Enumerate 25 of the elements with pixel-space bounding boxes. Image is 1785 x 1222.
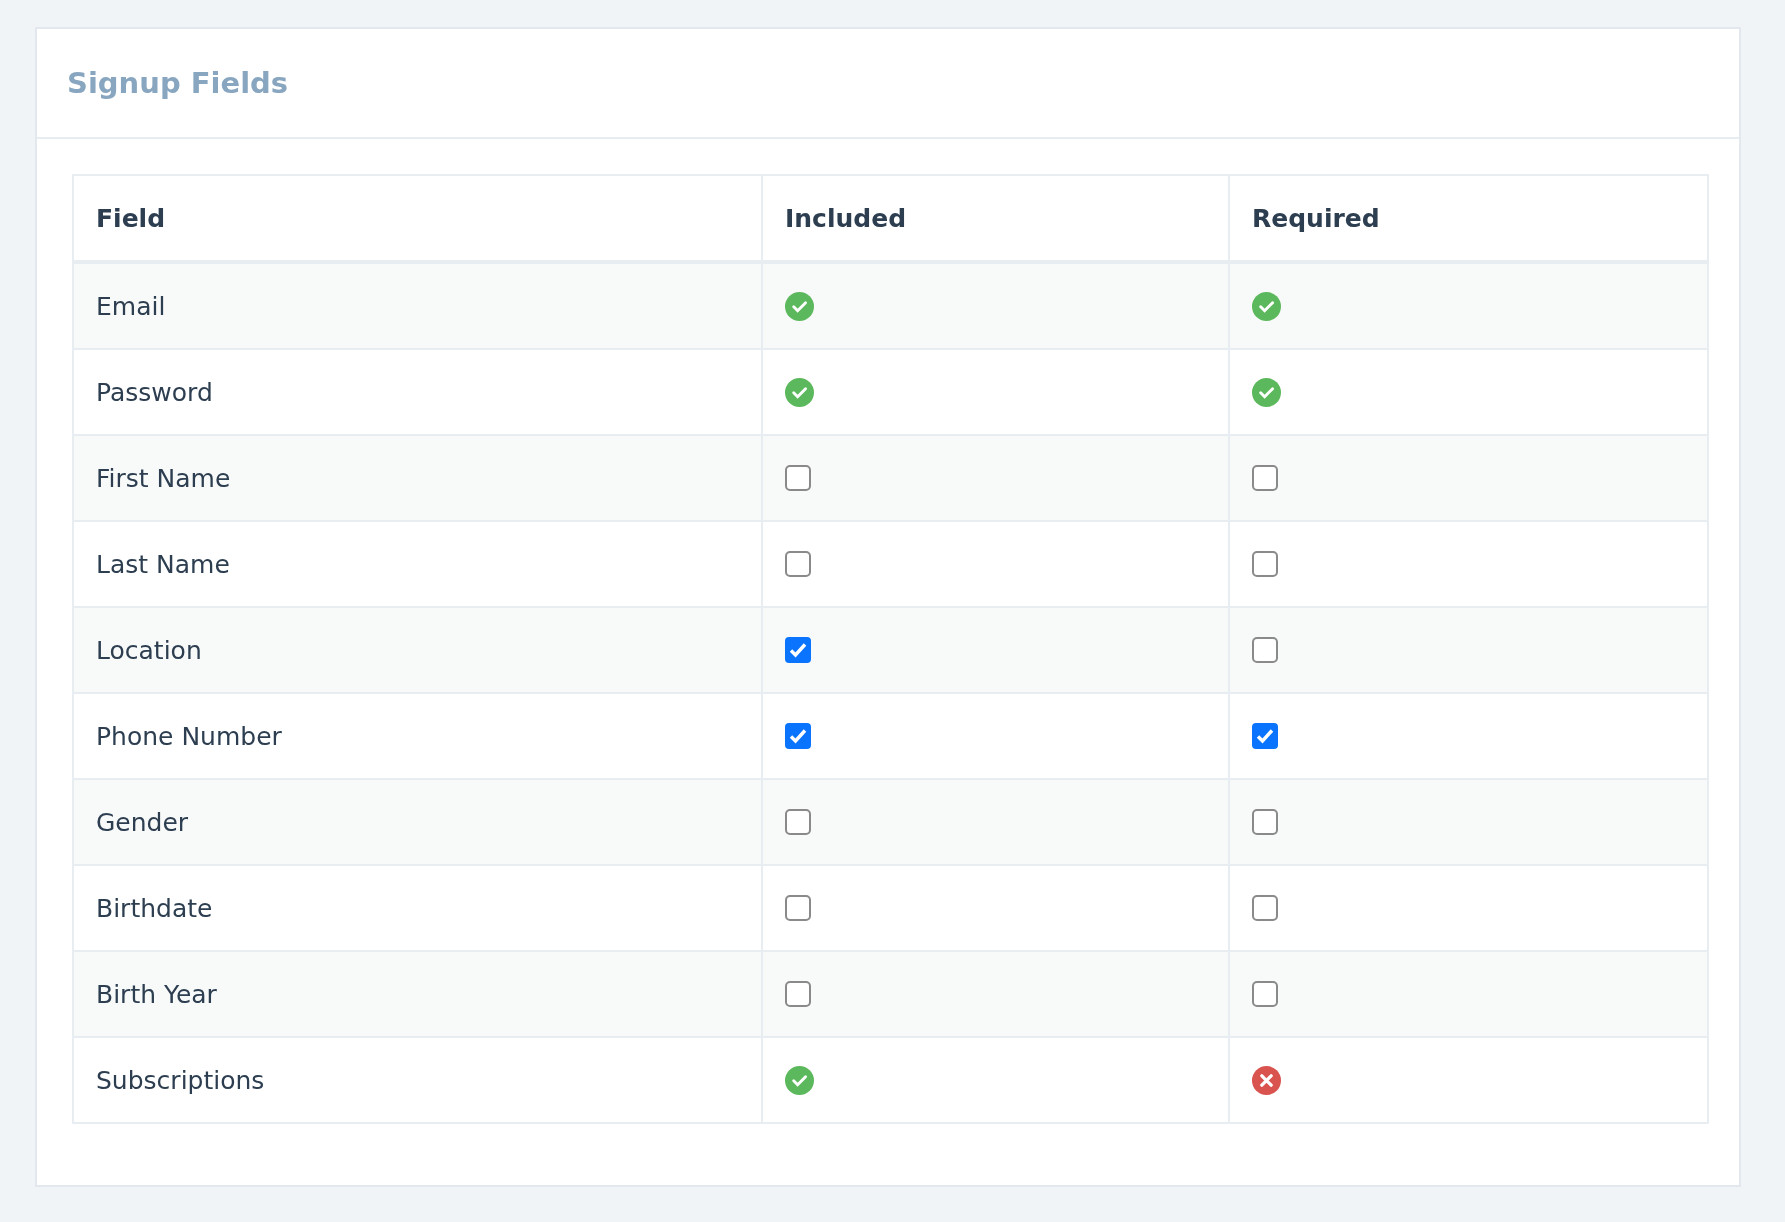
field-name: Birth Year (96, 979, 217, 1009)
field-name: Location (96, 635, 202, 665)
checkbox[interactable] (785, 637, 811, 663)
field-name: Password (96, 377, 213, 407)
field-name: Phone Number (96, 721, 282, 751)
checkbox[interactable] (1252, 895, 1278, 921)
checkbox[interactable] (1252, 465, 1278, 491)
checkbox[interactable] (1252, 637, 1278, 663)
checkbox[interactable] (1252, 551, 1278, 577)
checkbox[interactable] (785, 465, 811, 491)
checkbox[interactable] (1252, 981, 1278, 1007)
checkbox[interactable] (785, 723, 811, 749)
checkbox[interactable] (1252, 723, 1278, 749)
checkbox[interactable] (785, 809, 811, 835)
field-name: Subscriptions (96, 1065, 265, 1095)
field-name: Birthdate (96, 893, 213, 923)
checkbox[interactable] (785, 981, 811, 1007)
panel-title: Signup Fields (67, 66, 289, 100)
field-name: Gender (96, 807, 189, 837)
checkbox[interactable] (785, 895, 811, 921)
field-name: Email (96, 291, 166, 321)
checkbox[interactable] (1252, 809, 1278, 835)
field-name: Last Name (96, 549, 230, 579)
field-name: First Name (96, 463, 231, 493)
checkbox[interactable] (785, 551, 811, 577)
